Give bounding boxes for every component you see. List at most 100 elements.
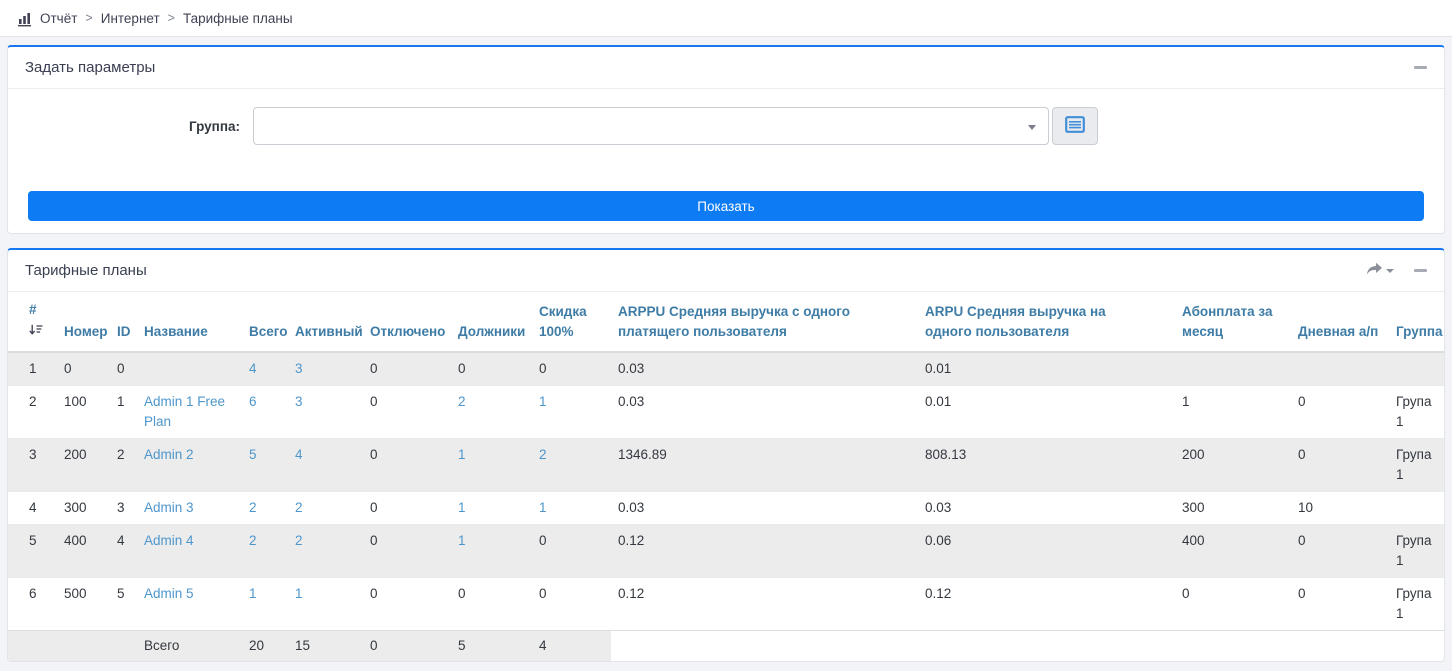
table-row: 43003Admin 3220110.030.0330010 xyxy=(8,492,1444,525)
cell-link[interactable]: 1 xyxy=(458,447,466,462)
column-header-discount[interactable]: Скидка 100% xyxy=(532,292,611,352)
cell-link[interactable]: 2 xyxy=(458,394,466,409)
table-cell: 0 xyxy=(451,352,532,386)
table-cell: 4 xyxy=(242,352,288,386)
bar-chart-icon xyxy=(17,12,33,27)
cell-link[interactable]: Admin 4 xyxy=(144,533,194,548)
cell-link[interactable]: 2 xyxy=(295,533,303,548)
report-panel-tools xyxy=(1366,262,1427,279)
cell-link[interactable]: 1 xyxy=(458,500,466,515)
column-header-debtors[interactable]: Должники xyxy=(451,292,532,352)
table-cell: 2 xyxy=(110,439,137,492)
table-cell: 3 xyxy=(8,439,57,492)
breadcrumb-item-report[interactable]: Отчёт xyxy=(40,11,77,26)
table-cell: 2 xyxy=(288,492,363,525)
cell-link[interactable]: 3 xyxy=(295,394,303,409)
table-cell: 0 xyxy=(1291,578,1389,631)
table-footer-cell: 4 xyxy=(532,631,611,662)
table-cell: Admin 5 xyxy=(137,578,242,631)
table-cell: 1 xyxy=(532,492,611,525)
column-header-monthly-fee[interactable]: Абонплата за месяц xyxy=(1175,292,1291,352)
column-header-total[interactable]: Всего xyxy=(242,292,288,352)
table-cell: 5 xyxy=(8,525,57,578)
table-cell: 0 xyxy=(1291,525,1389,578)
cell-link[interactable]: 1 xyxy=(249,586,257,601)
column-header-group[interactable]: Группа xyxy=(1389,292,1444,352)
cell-link[interactable]: 1 xyxy=(295,586,303,601)
table-cell: 0.12 xyxy=(611,578,918,631)
table-cell: 2 xyxy=(288,525,363,578)
table-cell: 0.12 xyxy=(918,578,1175,631)
cell-link[interactable]: 3 xyxy=(295,361,303,376)
collapse-icon[interactable] xyxy=(1414,269,1427,272)
group-select-value xyxy=(254,118,278,133)
cell-link[interactable]: 2 xyxy=(249,500,257,515)
table-footer-cell xyxy=(1175,631,1291,662)
column-header-number[interactable]: Номер xyxy=(57,292,110,352)
cell-link[interactable]: Admin 3 xyxy=(144,500,194,515)
cell-link[interactable]: 1 xyxy=(458,533,466,548)
table-cell: 1 xyxy=(110,386,137,439)
column-header-arppu[interactable]: ARPPU Средняя выручка с одного платящего… xyxy=(611,292,918,352)
column-header-active[interactable]: Активный xyxy=(288,292,363,352)
cell-link[interactable]: Admin 2 xyxy=(144,447,194,462)
cell-link[interactable]: 1 xyxy=(539,500,547,515)
table-footer-cell xyxy=(110,631,137,662)
table-cell: 300 xyxy=(57,492,110,525)
table-cell: 0.03 xyxy=(918,492,1175,525)
column-header-arpu[interactable]: ARPU Средняя выручка на одного пользоват… xyxy=(918,292,1175,352)
table-cell: 0 xyxy=(451,578,532,631)
table-cell: 0 xyxy=(57,352,110,386)
table-footer-cell xyxy=(918,631,1175,662)
cell-link[interactable]: 1 xyxy=(539,394,547,409)
cell-link[interactable]: Admin 5 xyxy=(144,586,194,601)
table-cell: 200 xyxy=(57,439,110,492)
export-button[interactable] xyxy=(1366,262,1394,279)
table-cell: 6 xyxy=(8,578,57,631)
breadcrumb-item-internet[interactable]: Интернет xyxy=(101,11,160,26)
column-header-id[interactable]: ID xyxy=(110,292,137,352)
table-footer-cell: 20 xyxy=(242,631,288,662)
table-cell: Група 1 xyxy=(1389,439,1444,492)
cell-link[interactable]: 2 xyxy=(539,447,547,462)
table-cell: 3 xyxy=(288,352,363,386)
table-cell xyxy=(1291,352,1389,386)
group-input-group xyxy=(253,107,1098,145)
parameters-panel: Задать параметры Группа: xyxy=(7,45,1445,234)
parameters-panel-header: Задать параметры xyxy=(8,47,1444,89)
table-cell: Група 1 xyxy=(1389,578,1444,631)
column-header-name[interactable]: Название xyxy=(137,292,242,352)
table-cell: 0 xyxy=(110,352,137,386)
table-cell: 0 xyxy=(363,352,451,386)
cell-link[interactable]: 2 xyxy=(295,500,303,515)
column-header-index[interactable]: # xyxy=(8,292,57,352)
table-footer-cell xyxy=(1389,631,1444,662)
group-label: Группа: xyxy=(8,119,253,134)
cell-link[interactable]: Admin 1 Free Plan xyxy=(144,394,225,429)
table-row: 100430000.030.01 xyxy=(8,352,1444,386)
table-cell: 0.06 xyxy=(918,525,1175,578)
cell-link[interactable]: 5 xyxy=(249,447,257,462)
table-cell: 1 xyxy=(451,492,532,525)
cell-link[interactable]: 6 xyxy=(249,394,257,409)
table-row: 54004Admin 4220100.120.064000Група 1 xyxy=(8,525,1444,578)
table-cell: 2 xyxy=(451,386,532,439)
table-footer-cell: Всего xyxy=(137,631,242,662)
table-cell: Admin 4 xyxy=(137,525,242,578)
cell-link[interactable]: 2 xyxy=(249,533,257,548)
table-footer-cell xyxy=(611,631,918,662)
chevron-down-icon xyxy=(1028,125,1036,130)
table-cell: 0 xyxy=(532,578,611,631)
group-list-button[interactable] xyxy=(1052,107,1098,145)
show-button[interactable]: Показать xyxy=(28,191,1424,221)
table-cell xyxy=(1389,352,1444,386)
table-cell: 0 xyxy=(363,492,451,525)
collapse-icon[interactable] xyxy=(1414,66,1427,69)
table-cell: 2 xyxy=(242,525,288,578)
cell-link[interactable]: 4 xyxy=(249,361,257,376)
column-header-disabled[interactable]: Отключено xyxy=(363,292,451,352)
column-header-daily-fee[interactable]: Дневная а/п xyxy=(1291,292,1389,352)
cell-link[interactable]: 4 xyxy=(295,447,303,462)
table-footer-cell xyxy=(8,631,57,662)
group-select[interactable] xyxy=(253,107,1049,145)
